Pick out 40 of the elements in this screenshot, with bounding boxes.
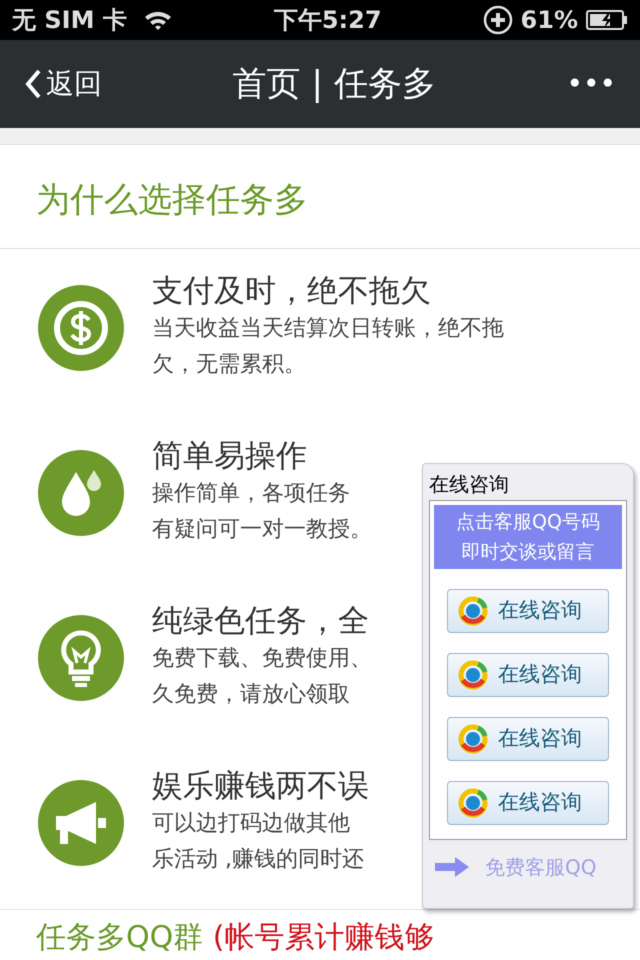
group-note: (帐号累计赚钱够 <box>212 920 434 955</box>
feature-title: 纯绿色任务，全 <box>152 602 370 641</box>
panel-title: 在线咨询 <box>429 471 510 498</box>
water-drop-icon <box>38 450 124 536</box>
rotation-lock-icon <box>482 5 513 35</box>
wifi-icon <box>142 9 173 31</box>
feature-description: 操作简单，各项任务 <box>152 480 351 508</box>
online-consult-button[interactable]: 在线咨询 <box>447 781 609 825</box>
group-heading: 任务多QQ群 <box>36 920 204 955</box>
page-title: 首页 | 任务多 <box>232 62 436 106</box>
clock-label: 下午5:27 <box>274 5 382 36</box>
battery-percent: 61% <box>520 5 578 36</box>
feature-description: 当天收益当天结算次日转账，绝不拖 <box>152 315 504 343</box>
feature-title: 娱乐赚钱两不误 <box>152 767 369 806</box>
carrier-label: 无 SIM 卡 <box>12 5 127 36</box>
feature-title: 支付及时，绝不拖欠 <box>152 272 432 311</box>
chevron-left-icon <box>24 68 42 100</box>
online-consult-button[interactable]: 在线咨询 <box>447 589 609 633</box>
ring-logo-icon <box>458 788 488 818</box>
feature-description: 免费下载、免费使用、 <box>152 645 372 673</box>
online-consult-button[interactable]: 在线咨询 <box>447 653 609 697</box>
more-button[interactable]: ••• <box>566 63 616 105</box>
feature-title: 简单易操作 <box>152 437 308 476</box>
feature-description: 欠，无需累积。 <box>152 351 307 379</box>
notice-banner: 点击客服QQ号码 即时交谈或留言 <box>434 505 622 569</box>
back-button[interactable]: 返回 <box>24 63 102 105</box>
feature-description: 乐活动 ,赚钱的同时还 <box>152 846 365 874</box>
ring-logo-icon <box>458 596 488 626</box>
feature-description: 久免费，请放心领取 <box>152 681 351 709</box>
battery-icon <box>586 9 628 31</box>
arrow-icon <box>435 856 471 878</box>
section-heading: 为什么选择任务多 <box>36 180 308 220</box>
online-consult-button[interactable]: 在线咨询 <box>447 717 609 761</box>
light-bulb-icon <box>38 615 124 701</box>
feature-description: 有疑问可一对一教授。 <box>152 516 372 544</box>
feature-description: 可以边打码边做其他 <box>152 810 351 838</box>
dollar-icon <box>38 285 124 371</box>
ring-logo-icon <box>458 660 488 690</box>
megaphone-icon <box>38 780 124 866</box>
ring-logo-icon <box>458 724 488 754</box>
